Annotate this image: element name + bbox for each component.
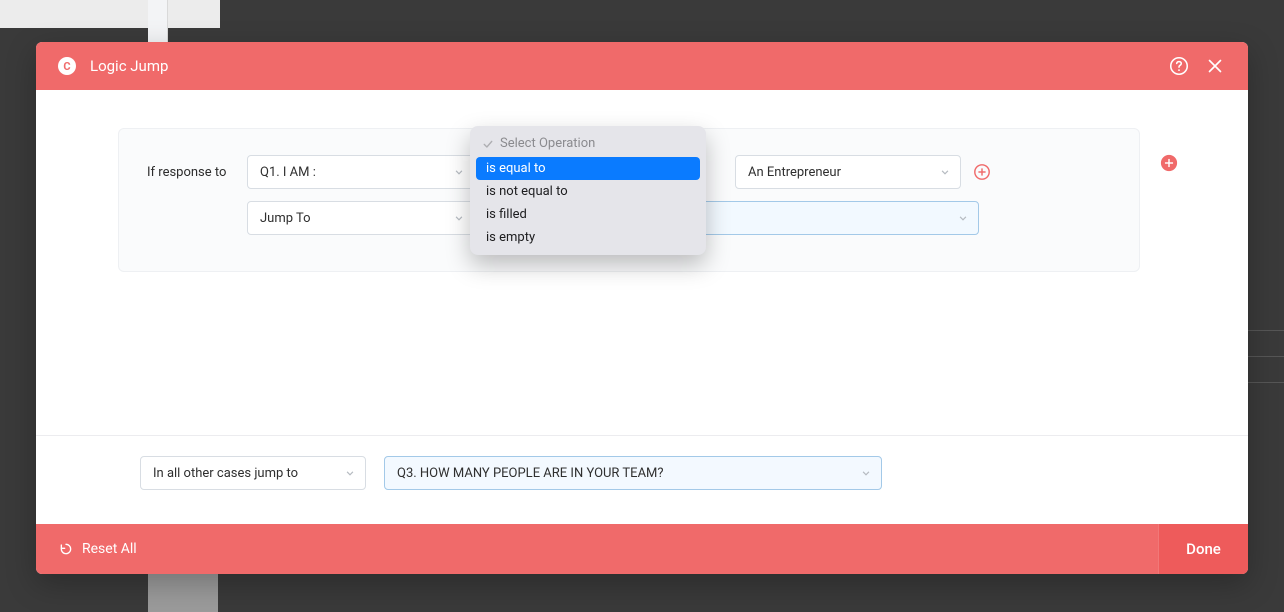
action-select-value: Jump To bbox=[260, 211, 311, 226]
question-select[interactable]: Q1. I AM : bbox=[247, 155, 475, 189]
operation-option[interactable]: is empty bbox=[476, 226, 700, 249]
add-rule-button[interactable] bbox=[1160, 154, 1178, 172]
value-select[interactable]: An Entrepreneur bbox=[735, 155, 961, 189]
done-button[interactable]: Done bbox=[1158, 524, 1248, 574]
add-condition-button[interactable] bbox=[973, 163, 991, 181]
modal-header: C Logic Jump bbox=[36, 42, 1248, 90]
section-divider bbox=[36, 435, 1248, 436]
modal-title: Logic Jump bbox=[90, 57, 1154, 75]
chevron-down-icon bbox=[452, 211, 466, 225]
logic-jump-modal: C Logic Jump If response to Q1. I AM : bbox=[36, 42, 1248, 574]
fallback-row: In all other cases jump to Q3. HOW MANY … bbox=[140, 456, 1140, 490]
canvas-ruler bbox=[148, 568, 218, 612]
operation-dropdown-placeholder-label: Select Operation bbox=[500, 136, 595, 151]
operation-option[interactable]: is not equal to bbox=[476, 180, 700, 203]
rule-card: If response to Q1. I AM : An Entrepreneu… bbox=[118, 128, 1140, 272]
check-icon bbox=[482, 138, 494, 150]
done-label: Done bbox=[1186, 540, 1221, 558]
chevron-down-icon bbox=[343, 466, 357, 480]
operation-option[interactable]: is filled bbox=[476, 203, 700, 226]
modal-body: If response to Q1. I AM : An Entrepreneu… bbox=[36, 90, 1248, 524]
operation-dropdown-placeholder: Select Operation bbox=[476, 132, 700, 157]
fallback-target-value: Q3. HOW MANY PEOPLE ARE IN YOUR TEAM? bbox=[397, 466, 664, 481]
reset-all-label: Reset All bbox=[82, 541, 137, 557]
chevron-down-icon bbox=[938, 165, 952, 179]
canvas-ruler bbox=[0, 0, 220, 28]
reset-all-button[interactable]: Reset All bbox=[58, 541, 137, 557]
value-select-value: An Entrepreneur bbox=[748, 165, 841, 180]
question-select-value: Q1. I AM : bbox=[260, 165, 316, 180]
brand-icon: C bbox=[58, 57, 76, 75]
operation-option[interactable]: is equal to bbox=[476, 157, 700, 180]
fallback-label-select[interactable]: In all other cases jump to bbox=[140, 456, 366, 490]
canvas-ruler bbox=[148, 0, 168, 44]
help-icon[interactable] bbox=[1168, 55, 1190, 77]
operation-dropdown[interactable]: Select Operation is equal to is not equa… bbox=[470, 126, 706, 255]
chevron-down-icon bbox=[452, 165, 466, 179]
chevron-down-icon bbox=[956, 211, 970, 225]
fallback-target-select[interactable]: Q3. HOW MANY PEOPLE ARE IN YOUR TEAM? bbox=[384, 456, 882, 490]
close-icon[interactable] bbox=[1204, 55, 1226, 77]
fallback-label-value: In all other cases jump to bbox=[153, 466, 298, 481]
condition-prompt-label: If response to bbox=[147, 165, 235, 180]
chevron-down-icon bbox=[859, 466, 873, 480]
action-select[interactable]: Jump To bbox=[247, 201, 475, 235]
modal-footer: Reset All Done bbox=[36, 524, 1248, 574]
reset-icon bbox=[58, 541, 74, 557]
